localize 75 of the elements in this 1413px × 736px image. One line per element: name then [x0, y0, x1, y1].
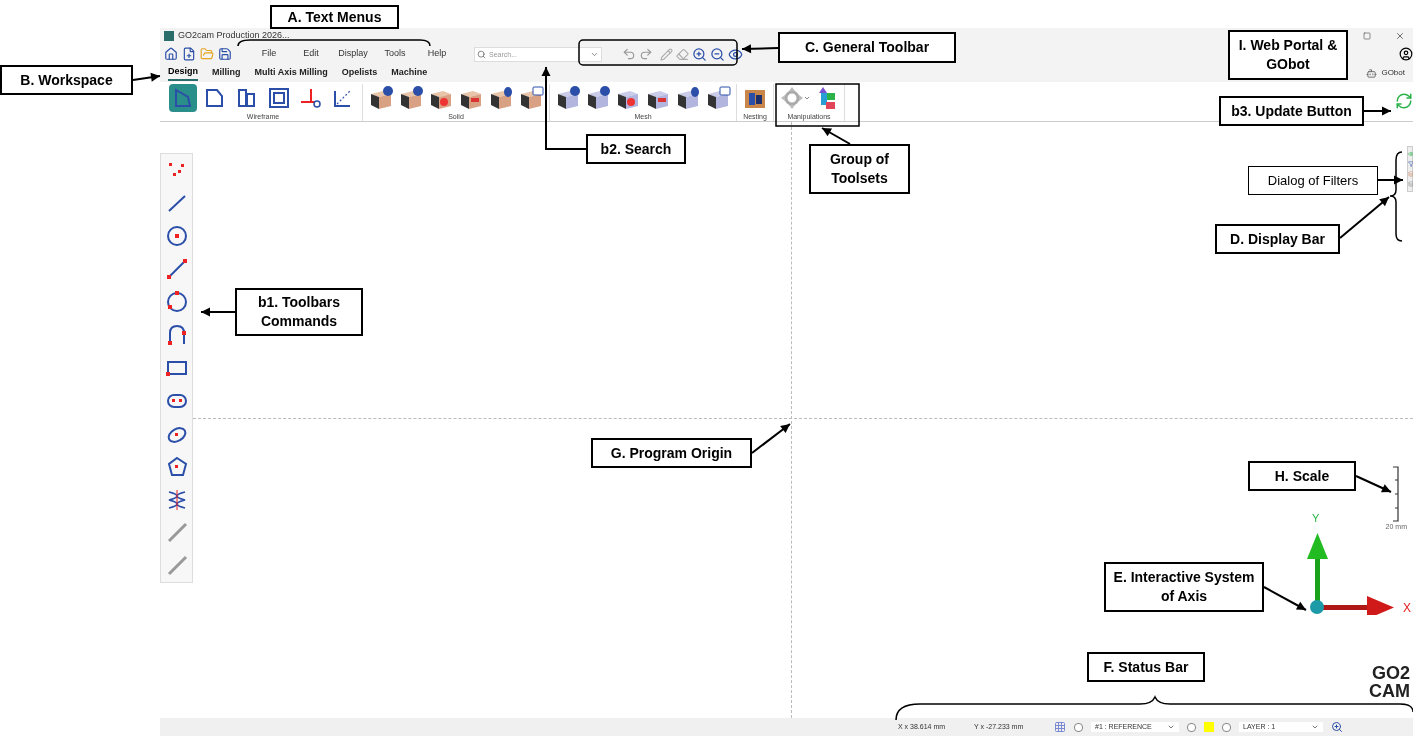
- zoom-in-icon[interactable]: [692, 46, 707, 62]
- color-swatch[interactable]: [1204, 722, 1214, 732]
- callout-label: b1. Toolbars Commands: [235, 288, 363, 336]
- callout-label: Group of Toolsets: [809, 144, 910, 194]
- callout-label: D. Display Bar: [1215, 224, 1340, 254]
- window-title: GO2cam Production 2026...: [178, 29, 290, 43]
- callout-label: A. Text Menus: [270, 5, 399, 29]
- chevron-icon: [1167, 723, 1175, 731]
- bot-icon[interactable]: [1366, 67, 1378, 79]
- callout-label: F. Status Bar: [1087, 652, 1205, 682]
- wireframe-shape-icon: [266, 85, 292, 111]
- redo-icon[interactable]: [639, 47, 653, 61]
- arrow: [821, 127, 851, 145]
- cube-icon[interactable]: [518, 85, 544, 111]
- callout-label: H. Scale: [1248, 461, 1356, 491]
- workspace-tab[interactable]: Milling: [212, 66, 241, 80]
- arrow: [132, 72, 161, 82]
- menu-item[interactable]: Help: [416, 47, 458, 61]
- axis-label: Y: [1312, 511, 1320, 526]
- callout-label: G. Program Origin: [591, 438, 752, 468]
- gobot-link[interactable]: GObot: [1381, 67, 1405, 79]
- callout-label: B. Workspace: [0, 65, 133, 95]
- arrow: [741, 44, 779, 54]
- cube-icon[interactable]: [398, 85, 424, 111]
- grid-icon[interactable]: [1054, 721, 1066, 733]
- draw-tool-icon[interactable]: [164, 257, 189, 281]
- note-label: Dialog of Filters: [1248, 166, 1378, 195]
- cube-icon[interactable]: [488, 85, 514, 111]
- workspace-tab[interactable]: Design: [168, 65, 198, 81]
- callout-label: b3. Update Button: [1219, 96, 1364, 126]
- arrow: [1339, 196, 1390, 239]
- cube-icon[interactable]: [585, 85, 611, 111]
- arrow: [1355, 475, 1392, 493]
- new-file-icon[interactable]: [182, 47, 196, 61]
- workspace-tab[interactable]: Opelists: [341, 66, 378, 80]
- search-icon: [477, 49, 486, 59]
- draw-tool-icon[interactable]: [164, 290, 189, 314]
- menu-item[interactable]: Display: [332, 47, 374, 61]
- zoom-out-icon[interactable]: [710, 46, 725, 62]
- callout-label: C. General Toolbar: [778, 32, 956, 63]
- home-icon[interactable]: [164, 47, 178, 61]
- checkbox[interactable]: [1222, 722, 1231, 732]
- menu-item[interactable]: File: [248, 47, 290, 61]
- save-icon[interactable]: [218, 47, 232, 61]
- scale-bar: [1393, 466, 1400, 522]
- checkbox[interactable]: [1187, 722, 1196, 732]
- undo-icon[interactable]: [622, 47, 636, 61]
- arrow: [1377, 175, 1404, 185]
- view-icon[interactable]: [728, 46, 743, 62]
- callout-label: I. Web Portal & GObot: [1228, 30, 1348, 80]
- chevron-icon: [1311, 723, 1319, 731]
- update-icon[interactable]: [1395, 92, 1413, 110]
- zoom-icon[interactable]: [1331, 721, 1343, 733]
- arrow: [1263, 586, 1307, 611]
- menu-item[interactable]: Edit: [290, 47, 332, 61]
- axis-label: X: [1403, 600, 1411, 617]
- logo: GO2 CAM: [1369, 664, 1410, 700]
- callout-label: b2. Search: [586, 134, 686, 164]
- workspace-tab[interactable]: Multi Axis Milling: [254, 66, 328, 80]
- arrow: [200, 307, 236, 317]
- arrow: [751, 423, 791, 454]
- cube-icon[interactable]: [675, 85, 701, 111]
- workspace-tab[interactable]: Machine: [391, 66, 428, 80]
- cube-icon[interactable]: [555, 85, 581, 111]
- cube-icon[interactable]: [705, 85, 731, 111]
- axis-triad-drawing[interactable]: [1307, 533, 1394, 615]
- draw-tool-icon[interactable]: [164, 224, 189, 248]
- cube-icon[interactable]: [368, 85, 394, 111]
- checkbox[interactable]: [1074, 722, 1083, 732]
- close-icon[interactable]: [1395, 31, 1405, 41]
- user-icon[interactable]: [1399, 47, 1413, 61]
- callout-label: E. Interactive System of Axis: [1104, 562, 1264, 612]
- app-logo-icon: [164, 31, 174, 41]
- menu-item[interactable]: Tools: [374, 47, 416, 61]
- arrow: [1363, 106, 1392, 116]
